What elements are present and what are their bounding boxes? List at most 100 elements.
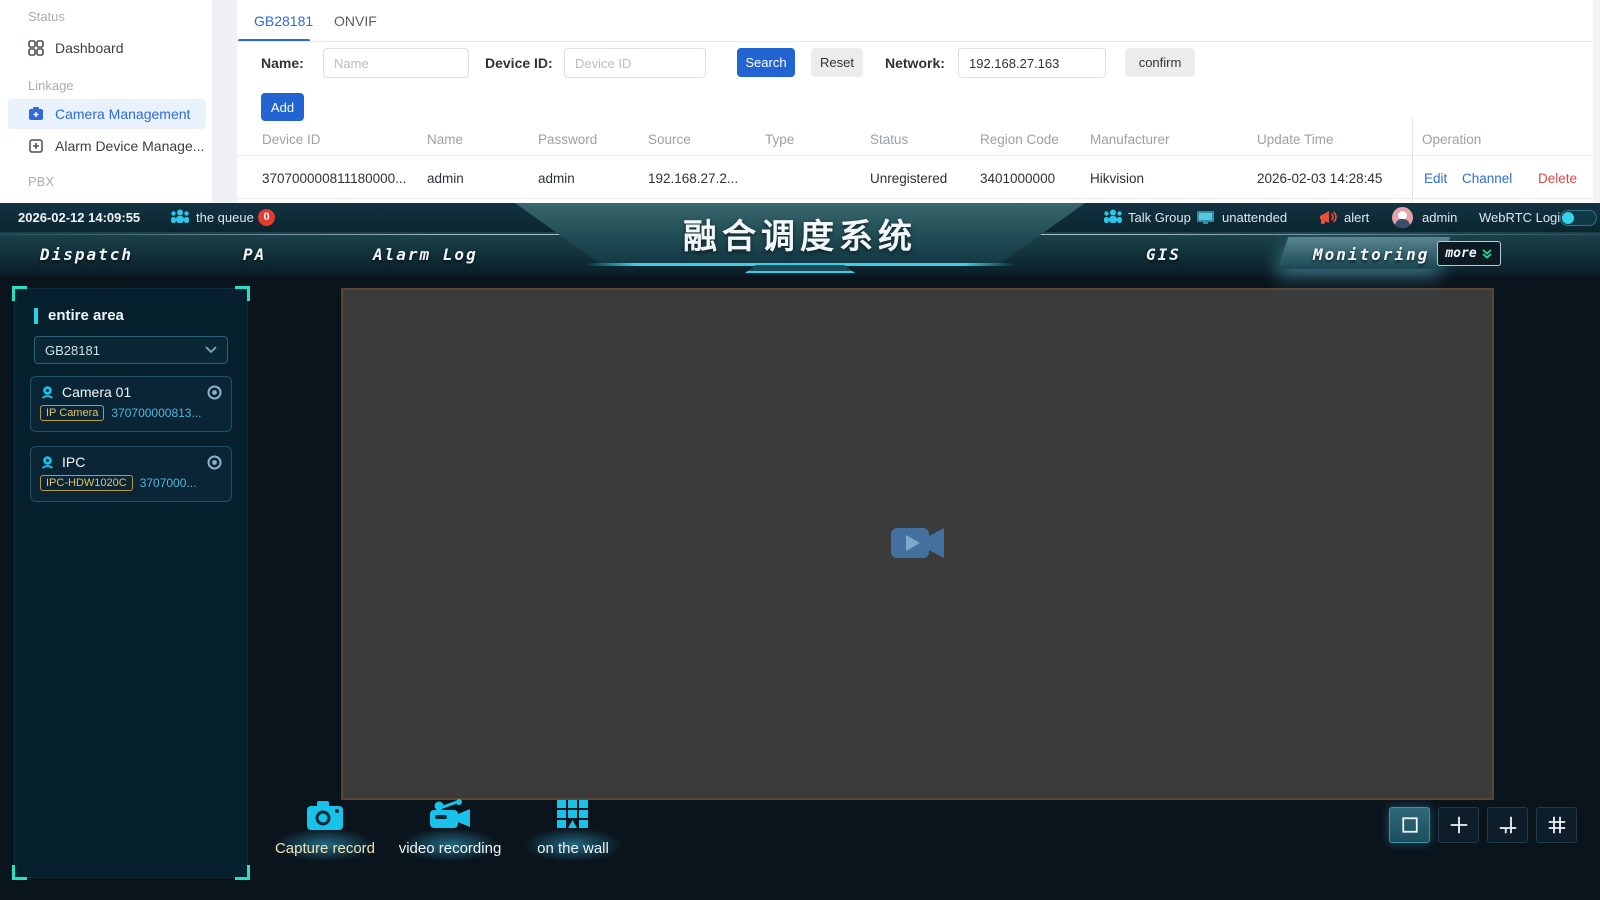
sidebar-item-dashboard[interactable]: Dashboard bbox=[8, 33, 206, 63]
cell-source: 192.168.27.2... bbox=[648, 171, 738, 186]
admin-content: GB28181 ONVIF Name: Device ID: Search Re… bbox=[237, 0, 1600, 203]
capture-record-button[interactable]: Capture record bbox=[260, 798, 390, 857]
quad-view-icon bbox=[1447, 813, 1471, 837]
sidebar-item-label: Dashboard bbox=[55, 40, 124, 56]
preview-target-icon[interactable] bbox=[207, 455, 222, 470]
device-card-ipc[interactable]: IPC IPC-HDW1020C 3707000... bbox=[30, 446, 232, 502]
confirm-button[interactable]: confirm bbox=[1125, 48, 1195, 77]
camera-plus-icon bbox=[28, 106, 44, 122]
on-the-wall-label: on the wall bbox=[508, 840, 638, 857]
col-update-time: Update Time bbox=[1257, 132, 1334, 147]
cell-password: admin bbox=[538, 171, 575, 186]
video-recording-button[interactable]: video recording bbox=[385, 798, 515, 857]
alert-megaphone-icon bbox=[1318, 208, 1338, 226]
camera-admin-window: Status Dashboard Linkage Camera Manageme… bbox=[0, 0, 1600, 203]
system-title: 融合调度系统 bbox=[683, 209, 917, 258]
capture-camera-icon bbox=[304, 798, 346, 832]
dashboard-grid-icon bbox=[28, 40, 44, 56]
tab-gb28181[interactable]: GB28181 bbox=[254, 13, 313, 29]
preview-target-icon[interactable] bbox=[207, 385, 222, 400]
name-label: Name: bbox=[261, 55, 304, 71]
device-model-badge: IP Camera bbox=[40, 405, 104, 421]
protocol-select[interactable]: GB28181 bbox=[34, 336, 228, 364]
user-name: admin bbox=[1422, 210, 1457, 225]
capture-record-label: Capture record bbox=[260, 840, 390, 857]
tab-onvif[interactable]: ONVIF bbox=[334, 13, 377, 29]
panel-title-text: entire area bbox=[48, 307, 124, 324]
nav-dispatch[interactable]: Dispatch bbox=[40, 245, 133, 264]
network-input[interactable] bbox=[958, 48, 1106, 78]
sidebar-item-label: Alarm Device Manage... bbox=[55, 138, 204, 154]
device-tree-panel: entire area GB28181 Camera 01 bbox=[14, 288, 248, 878]
name-input[interactable] bbox=[323, 48, 469, 78]
queue-people-icon bbox=[170, 208, 190, 226]
device-name: Camera 01 bbox=[62, 384, 200, 400]
admin-sidebar: Status Dashboard Linkage Camera Manageme… bbox=[0, 0, 212, 203]
video-viewport[interactable] bbox=[341, 288, 1494, 800]
video-recording-label: video recording bbox=[385, 840, 515, 857]
queue-label[interactable]: the queue bbox=[196, 210, 254, 225]
user-avatar[interactable] bbox=[1392, 207, 1413, 228]
webrtc-login-toggle[interactable] bbox=[1560, 210, 1597, 226]
nine-view-icon bbox=[1545, 813, 1569, 837]
alert-label[interactable]: alert bbox=[1344, 210, 1369, 225]
reset-button[interactable]: Reset bbox=[811, 48, 863, 77]
col-password: Password bbox=[538, 132, 597, 147]
operation-column-divider bbox=[1412, 118, 1413, 203]
cell-device-id: 370700000811180000... bbox=[262, 171, 406, 186]
col-manufacturer: Manufacturer bbox=[1090, 132, 1170, 147]
single-view-icon bbox=[1398, 813, 1422, 837]
protocol-selected-value: GB28181 bbox=[45, 343, 100, 358]
unattended-label[interactable]: unattended bbox=[1222, 210, 1287, 225]
banner-center-notch bbox=[745, 265, 855, 273]
video-placeholder-icon bbox=[891, 523, 945, 565]
nav-pa[interactable]: PA bbox=[243, 245, 266, 264]
dispatch-system-window: 2026-02-12 14:09:55 the queue 0 Talk Gro… bbox=[0, 203, 1600, 900]
sidebar-section-pbx: PBX bbox=[28, 174, 54, 189]
delete-link[interactable]: Delete bbox=[1538, 171, 1577, 186]
cell-update-time: 2026-02-03 14:28:45 bbox=[1257, 171, 1382, 186]
title-banner: 融合调度系统 bbox=[515, 203, 1085, 264]
corner-bracket bbox=[235, 865, 250, 880]
edit-link[interactable]: Edit bbox=[1424, 171, 1447, 186]
cell-manufacturer: Hikvision bbox=[1090, 171, 1144, 186]
six-view-icon bbox=[1496, 813, 1520, 837]
add-button[interactable]: Add bbox=[261, 93, 304, 121]
search-button[interactable]: Search bbox=[737, 48, 795, 77]
vertical-scrollbar[interactable] bbox=[1593, 0, 1600, 203]
col-region-code: Region Code bbox=[980, 132, 1059, 147]
panel-title: entire area bbox=[34, 307, 124, 324]
talk-group-label[interactable]: Talk Group bbox=[1128, 210, 1191, 225]
tabs-divider bbox=[237, 41, 1600, 42]
device-id-label: Device ID: bbox=[485, 55, 553, 71]
layout-switcher bbox=[1389, 807, 1577, 843]
device-id-text: 370700000813... bbox=[111, 406, 201, 420]
layout-quad-button[interactable] bbox=[1438, 807, 1479, 843]
device-card-camera01[interactable]: Camera 01 IP Camera 370700000813... bbox=[30, 376, 232, 432]
device-id-text: 3707000... bbox=[140, 476, 197, 490]
talk-group-icon bbox=[1103, 208, 1123, 226]
sidebar-section-linkage: Linkage bbox=[28, 78, 74, 93]
on-the-wall-button[interactable]: on the wall bbox=[508, 798, 638, 857]
layout-six-button[interactable] bbox=[1487, 807, 1528, 843]
sidebar-item-camera-management[interactable]: Camera Management bbox=[8, 99, 206, 129]
corner-bracket bbox=[12, 286, 27, 301]
col-status: Status bbox=[870, 132, 908, 147]
channel-link[interactable]: Channel bbox=[1462, 171, 1512, 186]
sidebar-item-alarm-device-management[interactable]: Alarm Device Manage... bbox=[8, 131, 206, 161]
webcam-icon bbox=[40, 385, 55, 400]
nav-gis[interactable]: GIS bbox=[1146, 245, 1181, 264]
alarm-device-icon bbox=[28, 138, 44, 154]
corner-bracket bbox=[235, 286, 250, 301]
cell-name: admin bbox=[427, 171, 464, 186]
device-name: IPC bbox=[62, 454, 200, 470]
nav-alarm-log[interactable]: Alarm Log bbox=[373, 245, 478, 264]
col-device-id: Device ID bbox=[262, 132, 321, 147]
screen: Status Dashboard Linkage Camera Manageme… bbox=[0, 0, 1600, 900]
layout-nine-button[interactable] bbox=[1536, 807, 1577, 843]
more-label: more bbox=[1445, 246, 1476, 261]
nav-more-button[interactable]: more bbox=[1437, 241, 1501, 266]
nav-monitoring[interactable]: Monitoring bbox=[1313, 245, 1429, 264]
device-id-input[interactable] bbox=[564, 48, 706, 78]
layout-single-button[interactable] bbox=[1389, 807, 1430, 843]
